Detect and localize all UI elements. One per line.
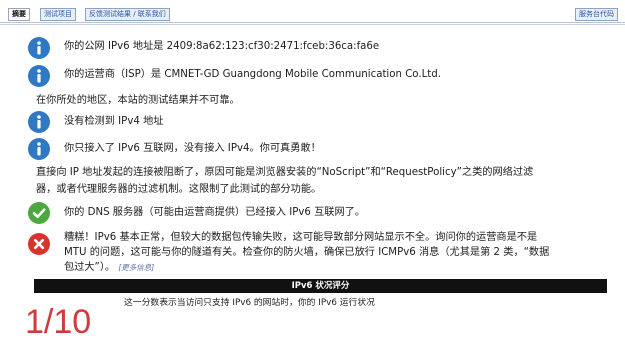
tab-summary[interactable]: 摘要 [8,8,30,21]
blocked-connection-line-2: 器，或者代理服务器的过滤机制。这限制了此测试的部分功能。 [36,184,322,195]
info-circle-icon [28,37,50,59]
mtu-error-line-3-text: 包过大”）。 [64,262,116,273]
tab-helpdesk-code[interactable]: 服务台代码 [575,8,618,21]
header-divider [0,24,625,25]
mtu-error-line-2: MTU 的问题，这可能与你的隧道有关。检查你的防火墙，确保已放行 ICMPv6 … [64,247,550,258]
info-circle-icon [28,111,50,133]
dns-ipv6-text: 你的 DNS 服务器（可能由运营商提供）已经接入 IPv6 互联网了。 [64,207,366,218]
blocked-connection-line-1: 直接向 IP 地址发起的连接被阻断了，原因可能是浏览器安装的“NoScript”… [36,167,534,178]
isp-text: 你的运营商（ISP）是 CMNET-GD Guangdong Mobile Co… [64,69,441,80]
region-note-text: 在你所处的地区，本站的测试结果并不可靠。 [36,95,240,106]
info-circle-icon [28,65,50,87]
tab-bar: 摘要 测试项目 反馈测试结果 / 联系我们 服务台代码 [0,0,625,23]
score-heading: IPv6 状况评分 [34,279,607,293]
info-circle-icon [28,138,50,160]
score-description: 这一分数表示当访问只支持 IPv6 的网站时，你的 IPv6 运行状况 [124,298,375,308]
score-value: 1/10 [25,303,92,341]
tab-feedback-contact[interactable]: 反馈测试结果 / 联系我们 [85,8,170,21]
tab-test-items[interactable]: 测试项目 [40,8,76,21]
public-ipv6-text: 你的公网 IPv6 地址是 2409:8a62:123:cf30:2471:fc… [64,41,380,52]
mtu-error-line-1: 糟糕！IPv6 基本正常，但较大的数据包传输失败，这可能导致部分网站显示不全。询… [64,232,538,243]
mtu-error-line-3: 包过大”）。 [更多信息] [64,261,154,274]
ipv6-only-text: 你只接入了 IPv6 互联网，没有接入 IPv4。你可真勇敢！ [64,143,321,154]
no-ipv4-text: 没有检测到 IPv4 地址 [64,116,164,127]
x-circle-icon [28,233,50,255]
check-circle-icon [28,202,50,224]
more-info-link[interactable]: [更多信息] [118,263,154,272]
